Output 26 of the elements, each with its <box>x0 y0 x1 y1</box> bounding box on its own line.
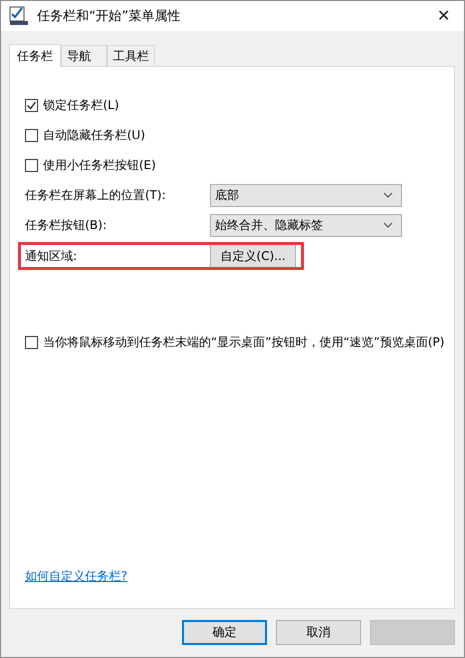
chevron-down-icon <box>383 192 393 198</box>
close-button[interactable]: ✕ <box>431 6 456 26</box>
customize-button[interactable]: 自定义(C)... <box>210 242 296 270</box>
checkbox-label: 锁定任务栏(L) <box>43 96 120 114</box>
tab[interactable]: 导航 <box>61 45 107 66</box>
checkbox[interactable] <box>25 98 38 112</box>
dropdown[interactable]: 底部 <box>210 184 402 206</box>
checkbox[interactable] <box>25 128 38 142</box>
checkbox-label: 当你将鼠标移动到任务栏末端的“显示桌面”按钮时，使用“速览”预览桌面(P) <box>43 334 444 350</box>
checkbox-label: 使用小任务栏按钮(E) <box>43 156 156 174</box>
checkbox[interactable] <box>25 336 38 348</box>
checkbox[interactable] <box>25 158 38 172</box>
checkbox-label: 自动隐藏任务栏(U) <box>43 126 146 144</box>
window-title: 任务栏和“开始”菜单属性 <box>37 8 182 25</box>
tab[interactable]: 任务栏 <box>9 44 61 67</box>
check-icon <box>26 100 37 110</box>
dialog-button[interactable]: 取消 <box>276 620 361 645</box>
setting-label: 任务栏在屏幕上的位置(T): <box>25 186 167 204</box>
setting-label: 任务栏按钮(B): <box>25 216 108 234</box>
chevron-down-icon <box>383 222 393 228</box>
dropdown[interactable]: 始终合并、隐藏标签 <box>210 214 402 236</box>
setting-label: 通知区域: <box>25 248 78 264</box>
help-link[interactable]: 如何自定义任务栏? <box>25 569 128 583</box>
dialog-button[interactable]: 确定 <box>182 620 267 645</box>
tab[interactable]: 工具栏 <box>107 45 155 66</box>
taskbar-icon <box>9 6 29 26</box>
